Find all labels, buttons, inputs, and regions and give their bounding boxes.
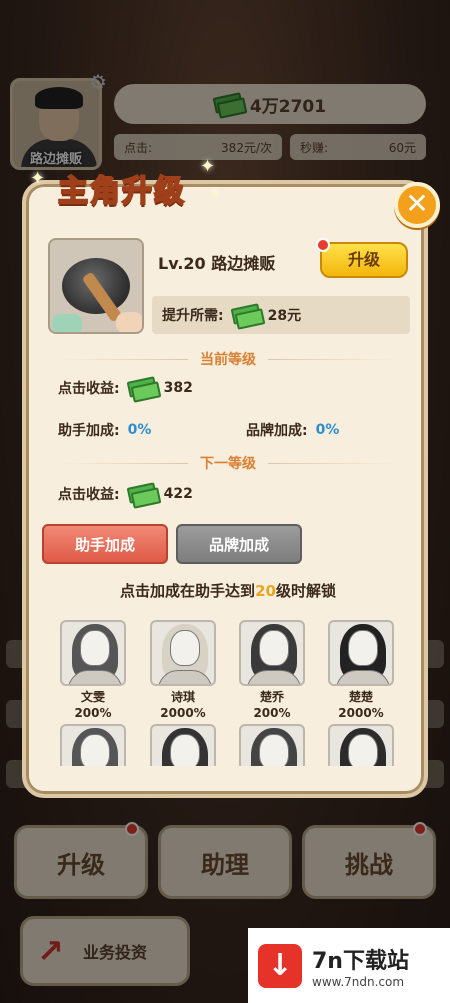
sparkle-icon: ✦ <box>200 156 216 177</box>
assistant-card[interactable] <box>60 620 126 686</box>
assistant-card[interactable] <box>150 620 216 686</box>
assistant-bonus: 2000% <box>160 706 206 720</box>
assistant-name: 楚楚 <box>348 690 373 704</box>
assistant-card[interactable] <box>328 620 394 686</box>
assistant-grid: 文雯 200% 诗琪 2000% 楚乔 200% 楚楚 2000% <box>48 614 408 766</box>
current-click-label: 点击收益: <box>58 381 120 397</box>
cash-icon <box>232 306 260 324</box>
download-icon: ↓ <box>258 943 302 988</box>
notification-dot <box>316 238 330 252</box>
close-icon: ✕ <box>405 187 429 220</box>
watermark-title: 7n下载站 <box>312 948 409 974</box>
current-level-header-text: 当前等级 <box>200 352 256 368</box>
unlock-prefix: 点击加成在助手达到 <box>120 582 256 600</box>
cash-icon <box>128 485 156 503</box>
portrait-face <box>259 734 289 766</box>
upgrade-cost-row: 提升所需: 28元 <box>152 296 410 334</box>
brand-bonus-label: 品牌加成: <box>246 423 308 439</box>
tab-assistant-label: 助手加成 <box>74 535 135 554</box>
current-click-value: 382 <box>163 380 193 396</box>
next-click-income: 点击收益: 422 <box>58 484 193 504</box>
portrait-face <box>170 734 200 766</box>
assistant-bonus: 2000% <box>338 706 384 720</box>
sparkle-icon: ✦ <box>30 168 46 189</box>
unlock-suffix: 级时解锁 <box>275 582 336 600</box>
upgrade-button-label: 升级 <box>347 250 380 269</box>
current-level-header: 当前等级 <box>48 348 408 370</box>
portrait-face <box>348 734 378 766</box>
hand-icon <box>116 312 142 332</box>
tab-assistant-bonus[interactable]: 助手加成 <box>42 524 168 564</box>
unlock-level: 20 <box>255 582 276 600</box>
assistant-card[interactable] <box>60 724 126 766</box>
dialog-title: 主角升级 <box>57 173 186 210</box>
tab-brand-label: 品牌加成 <box>208 535 269 554</box>
assistant-bonus: 200% <box>74 706 112 720</box>
cost-label: 提升所需: <box>162 308 224 324</box>
tab-brand-bonus[interactable]: 品牌加成 <box>176 524 302 564</box>
portrait-face <box>80 630 110 666</box>
next-click-value: 422 <box>163 486 193 502</box>
watermark: ↓ 7n下载站 www.7ndn.com <box>248 928 450 1003</box>
portrait-face <box>80 734 110 766</box>
next-click-label: 点击收益: <box>58 487 120 503</box>
assistant-name: 楚乔 <box>259 690 284 704</box>
brand-bonus-value: 0% <box>315 422 340 438</box>
current-click-income: 点击收益: 382 <box>58 378 193 398</box>
cash-icon <box>128 379 156 397</box>
watermark-text: 7n下载站 www.7ndn.com <box>312 943 409 989</box>
watermark-url: www.7ndn.com <box>312 974 405 989</box>
assistant-card[interactable] <box>150 724 216 766</box>
next-level-header: 下一等级 <box>48 452 408 474</box>
portrait-face <box>170 630 200 666</box>
portrait-face <box>259 630 289 666</box>
sparkle-icon: ✦ <box>210 186 221 200</box>
next-level-header-text: 下一等级 <box>200 456 256 472</box>
assistant-bonus-value: 0% <box>127 422 152 438</box>
sleeve-icon <box>52 314 82 332</box>
wok-item-image <box>48 238 144 334</box>
item-level-name: Lv.20 路边摊贩 <box>158 254 276 273</box>
unlock-note: 点击加成在助手达到20级时解锁 <box>48 580 408 601</box>
assistant-name: 诗琪 <box>170 690 195 704</box>
assistant-card[interactable] <box>239 724 305 766</box>
brand-bonus: 品牌加成: 0% <box>246 420 339 440</box>
assistant-bonus-label: 助手加成: <box>58 423 120 439</box>
assistant-name: 文雯 <box>80 690 105 704</box>
cost-value: 28元 <box>267 308 302 324</box>
assistant-bonus: 助手加成: 0% <box>58 420 151 440</box>
close-button[interactable]: ✕ <box>394 182 440 228</box>
upgrade-button[interactable]: 升级 <box>316 238 408 278</box>
assistant-card[interactable] <box>328 724 394 766</box>
assistant-card[interactable] <box>239 620 305 686</box>
assistant-bonus: 200% <box>253 706 291 720</box>
portrait-face <box>348 630 378 666</box>
dialog-title-wrap: 主角升级 <box>22 158 222 218</box>
